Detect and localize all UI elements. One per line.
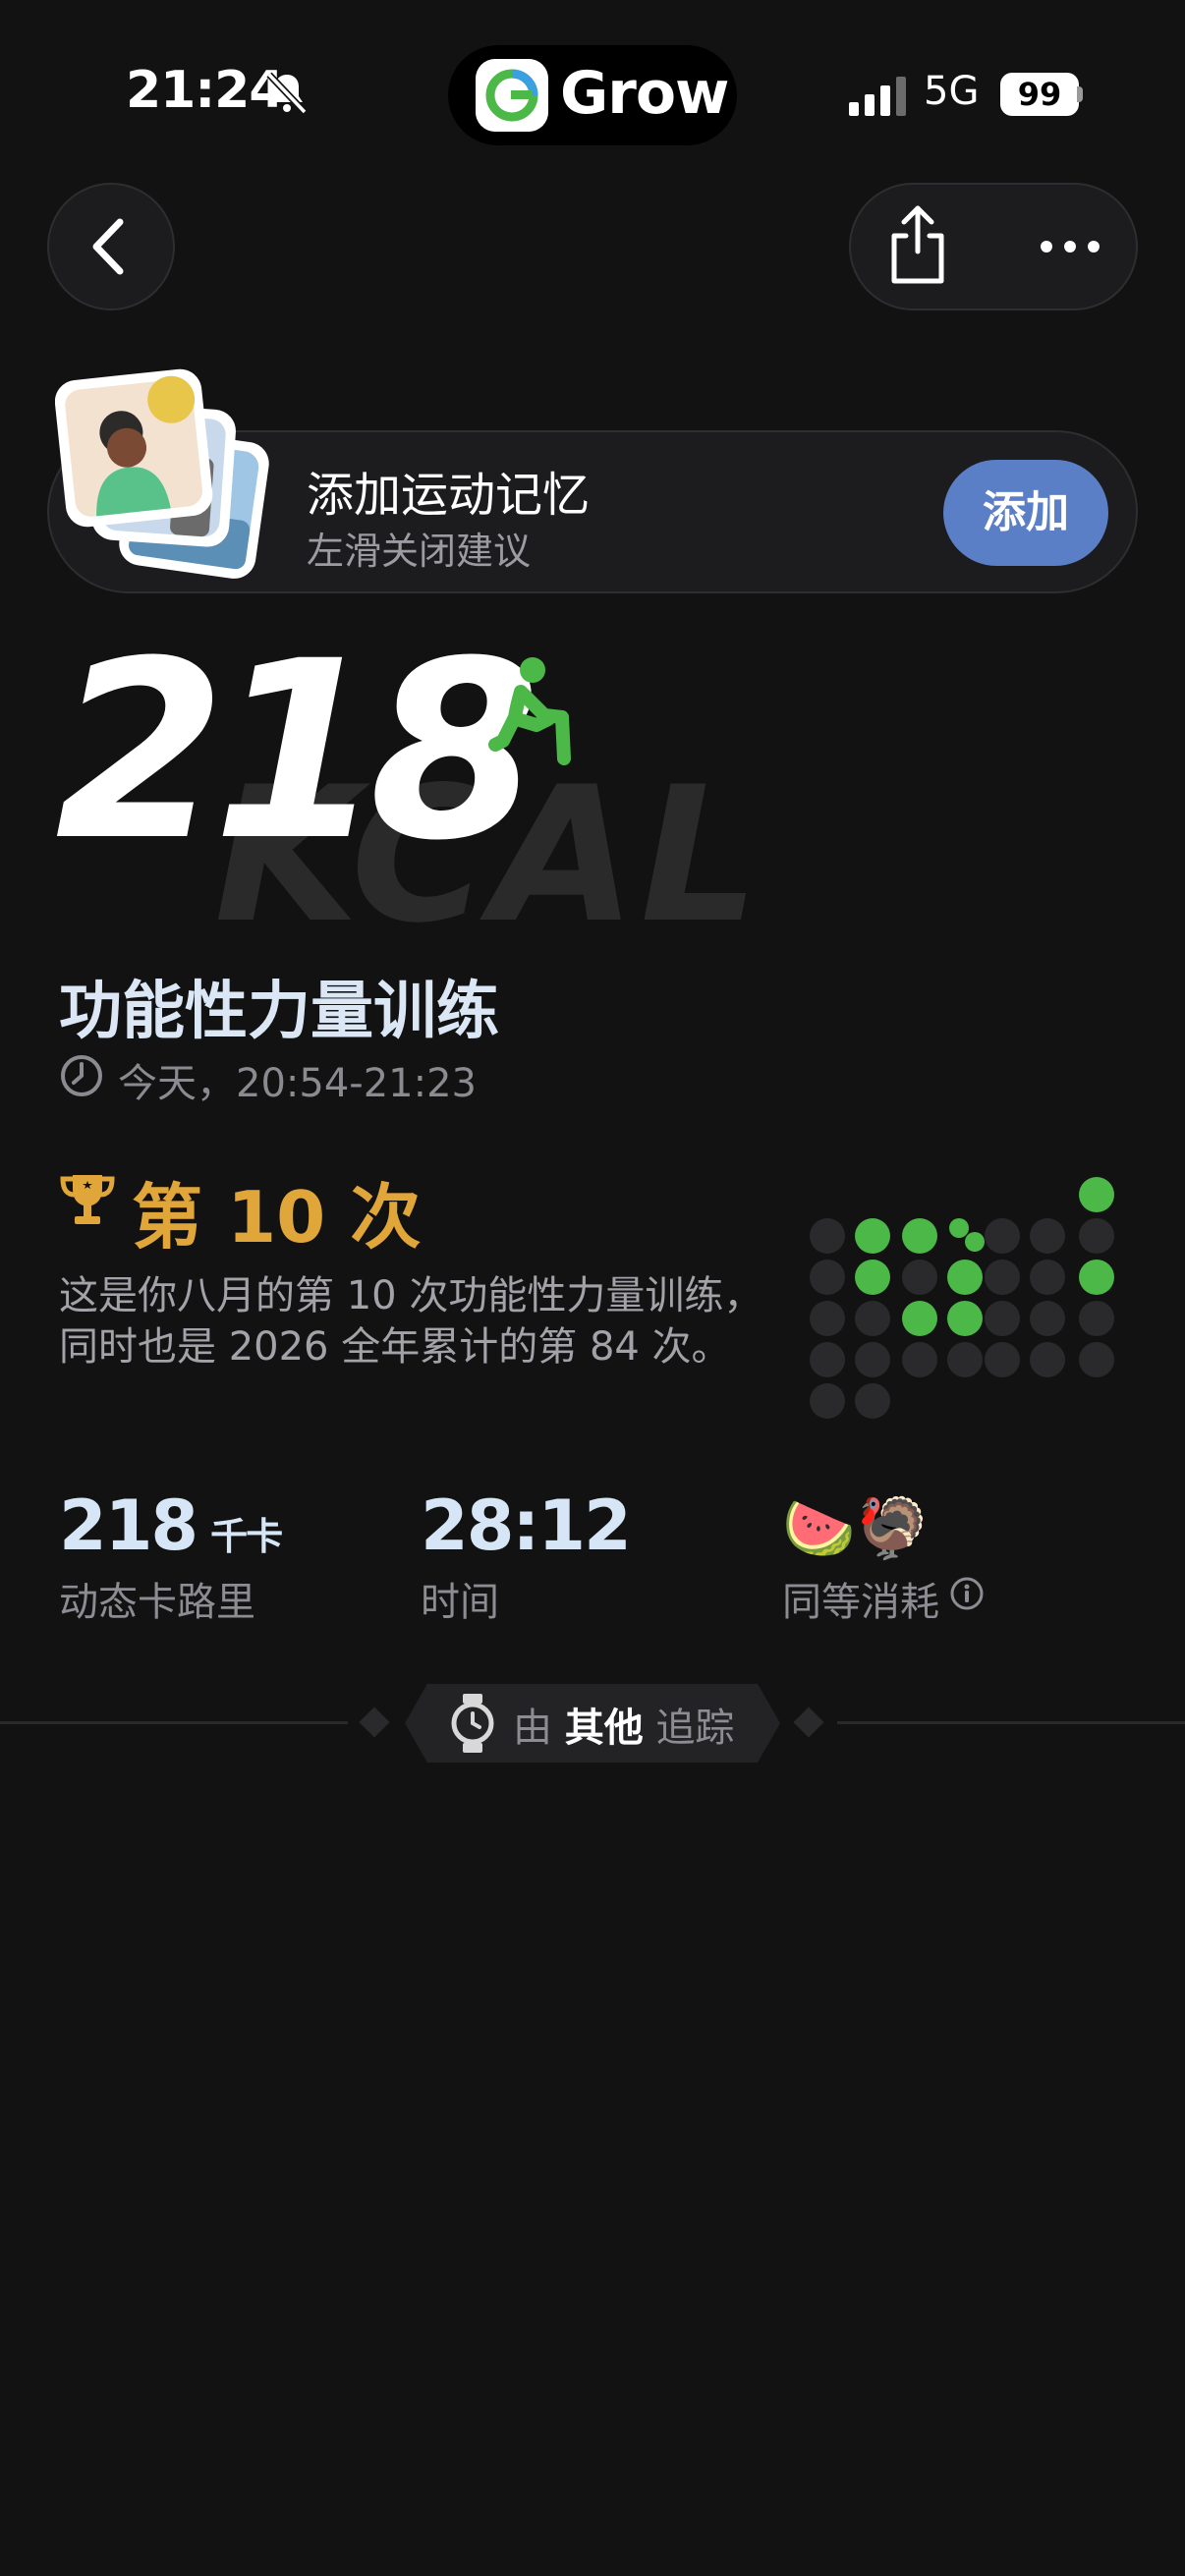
chevron-left-icon <box>92 218 124 275</box>
divider-diamond-left <box>359 1707 390 1738</box>
suggestion-title: 添加运动记忆 <box>307 468 591 523</box>
achievement-title: 第 10 次 <box>132 1176 422 1259</box>
app-name: Grow <box>560 59 729 128</box>
battery-tip <box>1077 86 1083 102</box>
runner-icon <box>488 657 571 765</box>
divider-right <box>837 1721 1185 1724</box>
achievement-text-line2: 同时也是 2026 全年累计的第 84 次。 <box>59 1324 731 1370</box>
back-button[interactable] <box>47 183 175 310</box>
stat-duration-value: 28:12 <box>421 1485 632 1566</box>
battery-indicator: 99 <box>1000 73 1079 116</box>
tracker-text: 由 其他 追踪 <box>513 1696 734 1753</box>
tracker-source: 其他 <box>564 1706 644 1751</box>
achievement-text-line1: 这是你八月的第 10 次功能性力量训练， <box>59 1273 763 1318</box>
suggestion-subtitle: 左滑关闭建议 <box>307 530 532 573</box>
calories-unit: 千卡 <box>210 1515 283 1558</box>
info-icon[interactable] <box>949 1576 985 1611</box>
workout-time-range: 今天，20:54-21:23 <box>118 1061 477 1106</box>
food-equivalent-emoji: 🍉🦃 <box>782 1494 930 1563</box>
network-label: 5G <box>924 69 980 114</box>
tracker-suffix: 追踪 <box>655 1706 735 1751</box>
stat-equivalent-label[interactable]: 同等消耗 <box>782 1570 939 1627</box>
calories-number: 218 <box>59 1485 198 1566</box>
stat-calories-value: 218 千卡 <box>59 1485 283 1566</box>
clock-icon <box>61 1055 102 1096</box>
divider-diamond-right <box>793 1707 824 1738</box>
monthly-activity-grid <box>810 1177 1114 1419</box>
watch-icon <box>451 1694 494 1753</box>
divider-left <box>0 1721 348 1724</box>
status-time: 21:24 <box>126 61 285 120</box>
stat-calories-label: 动态卡路里 <box>59 1580 255 1625</box>
trophy-icon <box>60 1175 115 1224</box>
calories-big-number: 218 <box>55 608 540 894</box>
add-button[interactable]: 添加 <box>943 460 1108 566</box>
workout-name: 功能性力量训练 <box>59 976 499 1048</box>
tracker-prefix: 由 <box>513 1706 552 1751</box>
share-icon[interactable] <box>880 200 955 289</box>
app-logo-icon <box>476 59 548 132</box>
bell-slash-icon <box>266 72 308 115</box>
more-icon[interactable] <box>1038 234 1102 259</box>
signal-icon <box>849 77 906 116</box>
stat-duration-label: 时间 <box>421 1580 499 1625</box>
photo-stack-icon <box>55 368 269 579</box>
